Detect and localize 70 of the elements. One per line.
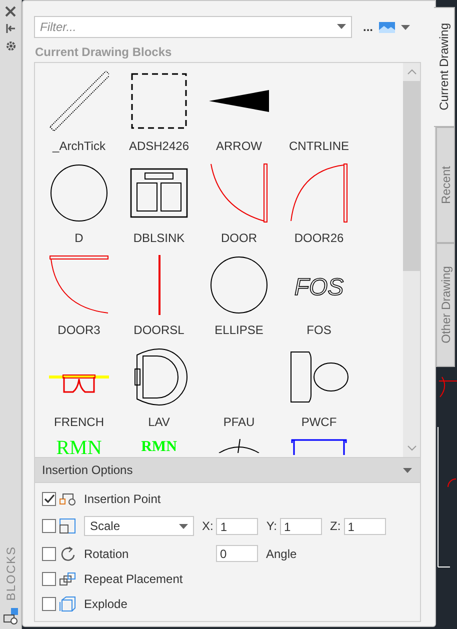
checkbox[interactable] [42, 597, 56, 611]
block-tile[interactable]: ELLIPSE [199, 255, 279, 347]
block-tile[interactable]: DOOR3 [39, 255, 119, 347]
door-swing-icon [289, 163, 349, 223]
pin-icon[interactable] [5, 23, 16, 34]
filter-field[interactable]: Filter... [34, 16, 352, 38]
circle-icon [209, 255, 269, 315]
blocks-icon[interactable] [2, 607, 20, 625]
palette-title: BLOCKS [4, 546, 18, 601]
axis-label: X: [202, 519, 214, 533]
french-door-icon [49, 373, 109, 393]
block-tile[interactable]: _ArchTick [39, 71, 119, 163]
block-tile[interactable]: DOOR26 [279, 163, 359, 255]
block-tile[interactable]: PFAU [199, 347, 279, 439]
settings-icon[interactable] [4, 40, 16, 52]
sliding-door-icon [158, 255, 160, 315]
door-swing-icon [209, 163, 269, 223]
block-tile[interactable]: PWCF [279, 347, 359, 439]
checkbox[interactable] [42, 492, 56, 506]
caret-icon [179, 524, 188, 528]
unit-label: Angle [266, 546, 297, 560]
caret-icon [401, 24, 410, 30]
explode-icon [59, 596, 77, 612]
scroll-thumb[interactable] [403, 81, 420, 271]
option-label: Insertion Point [84, 492, 161, 506]
axis-label: Y: [266, 519, 278, 533]
rmn-text-icon: RMN [134, 439, 184, 452]
insertion-point-icon [59, 491, 77, 507]
scale-field[interactable]: 1 [280, 518, 322, 534]
axis-label: Z: [330, 519, 341, 533]
door-swing-icon [49, 255, 109, 315]
option-label: Repeat Placement [84, 572, 183, 586]
scroll-down-icon[interactable] [406, 445, 416, 451]
scale-dropdown[interactable]: Scale [84, 516, 194, 536]
rotate-icon [59, 546, 77, 562]
block-tile[interactable]: D [39, 163, 119, 255]
block-tile[interactable]: CNTRLINE [279, 71, 359, 163]
checkbox[interactable] [42, 519, 56, 533]
block-tile[interactable]: DOORSL [119, 255, 199, 347]
scroll-up-icon[interactable] [406, 69, 416, 75]
option-label: Rotation [84, 546, 130, 560]
block-tile[interactable]: ARROW [199, 71, 279, 163]
image-icon[interactable] [379, 22, 396, 32]
section-title: Current Drawing Blocks [35, 45, 173, 59]
angle-field[interactable]: 0 [216, 545, 258, 562]
block-tile[interactable]: FOS FOS [279, 255, 359, 347]
rmn-text-icon: RMN [47, 439, 111, 455]
circle-icon [49, 163, 109, 223]
scale-field[interactable]: 1 [344, 518, 386, 534]
scale-icon [59, 518, 77, 534]
caret-icon [337, 24, 346, 29]
checkbox[interactable] [42, 546, 56, 560]
checkbox[interactable] [42, 572, 56, 586]
block-tile[interactable]: FRENCH [39, 347, 119, 439]
frame-icon [289, 439, 349, 455]
palette-tab[interactable]: Current Drawing [434, 7, 455, 127]
block-tile[interactable]: LAV [119, 347, 199, 439]
option-label: Explode [84, 597, 128, 611]
block-tile[interactable]: ADSH2426 [119, 71, 199, 163]
close-icon[interactable] [5, 6, 16, 17]
block-tile[interactable]: DOOR [199, 163, 279, 255]
repeat-icon [59, 571, 77, 587]
block-tile[interactable]: DBLSINK [119, 163, 199, 255]
more-button[interactable]: ... [363, 20, 374, 34]
insertion-options-header[interactable]: Insertion Options [34, 458, 421, 483]
scale-field[interactable]: 1 [216, 518, 258, 534]
diagonal-bar-icon [49, 71, 109, 131]
dashed-square-icon [129, 71, 189, 131]
caret-icon [403, 468, 412, 472]
fos-text-icon: FOS [289, 255, 349, 315]
